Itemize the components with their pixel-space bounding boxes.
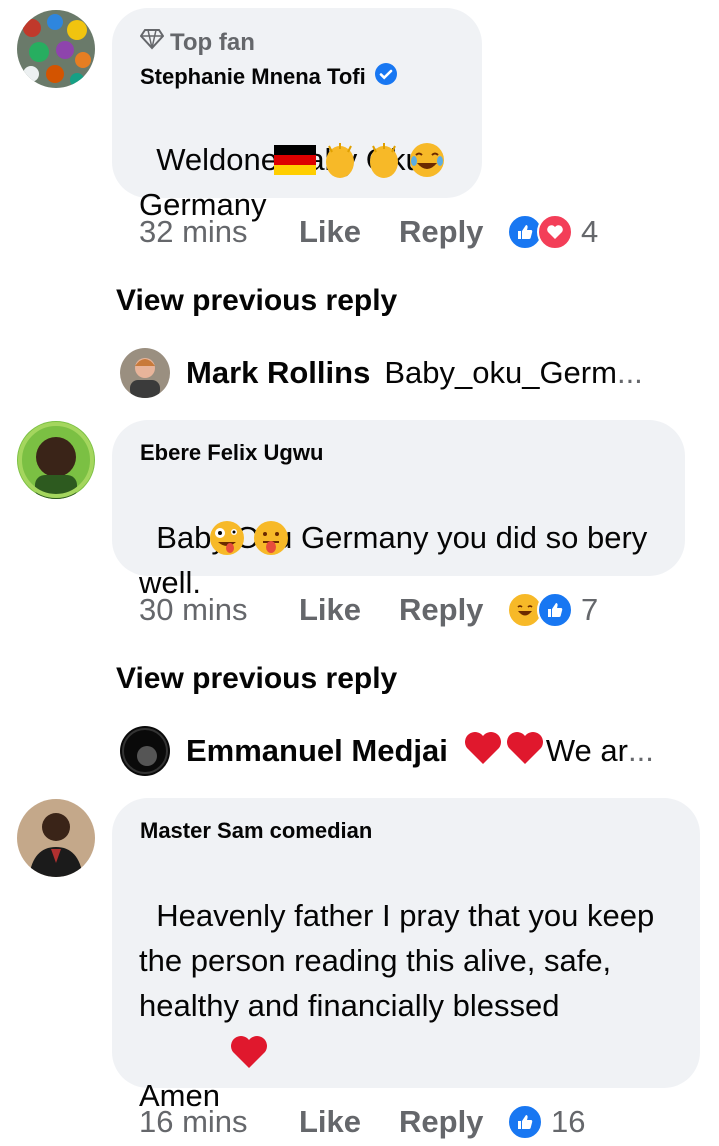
zany-face-icon <box>208 519 246 562</box>
reply-button[interactable]: Reply <box>399 592 507 628</box>
heart-icon <box>462 727 504 775</box>
reply-preview[interactable]: Mark Rollins Baby_oku_Germ ... <box>120 348 643 398</box>
reaction-count: 4 <box>581 214 599 249</box>
reaction-summary[interactable]: 4 <box>507 214 598 250</box>
comment-author[interactable]: Stephanie Mnena Tofi <box>140 62 398 92</box>
comment-time: 30 mins <box>139 592 248 627</box>
view-previous-reply-link[interactable]: View previous reply <box>116 662 397 696</box>
reply-text: Baby_oku_Germ <box>384 355 617 390</box>
germany-flag-icon <box>274 145 316 180</box>
diamond-icon <box>139 28 165 57</box>
heart-icon <box>228 1031 270 1076</box>
view-previous-reply-link[interactable]: View previous reply <box>116 284 397 318</box>
reply-ellipsis: ... <box>616 355 643 390</box>
like-icon <box>537 592 573 628</box>
reply-preview[interactable]: Emmanuel Medjai We ar ... <box>120 726 654 776</box>
like-button[interactable]: Like <box>299 1104 399 1140</box>
reply-button[interactable]: Reply <box>399 1104 507 1140</box>
clapping-hands-icon <box>364 140 404 185</box>
comment-meta: 30 mins Like Reply 7 <box>139 592 598 628</box>
comment-text: Heavenly father I pray that you keep the… <box>139 898 655 1113</box>
avatar-stephanie[interactable] <box>17 10 95 88</box>
tears-of-joy-icon <box>408 141 446 184</box>
reaction-summary[interactable]: 16 <box>507 1104 585 1140</box>
comment-emoji-row <box>274 140 446 185</box>
like-icon <box>507 1104 543 1140</box>
top-fan-badge: Top fan <box>139 28 255 57</box>
comment-meta: 32 mins Like Reply 4 <box>139 214 598 250</box>
verified-badge-icon <box>374 62 398 92</box>
tongue-face-icon <box>252 519 290 562</box>
avatar-emmanuel-medjai[interactable] <box>120 726 170 776</box>
reply-author[interactable]: Mark Rollins <box>186 355 370 391</box>
comment-time: 16 mins <box>139 1104 248 1139</box>
reaction-count: 7 <box>581 592 599 627</box>
reply-text: We ar <box>545 733 628 768</box>
reaction-summary[interactable]: 7 <box>507 592 598 628</box>
like-button[interactable]: Like <box>299 592 399 628</box>
reply-ellipsis: ... <box>627 733 654 768</box>
comment-meta: 16 mins Like Reply 16 <box>139 1104 585 1140</box>
avatar-mark-rollins[interactable] <box>120 348 170 398</box>
comment-emoji-row <box>208 519 290 562</box>
love-icon <box>537 214 573 250</box>
top-fan-label: Top fan <box>170 28 255 56</box>
comment-time: 32 mins <box>139 214 248 249</box>
reply-author[interactable]: Emmanuel Medjai <box>186 733 448 769</box>
reply-button[interactable]: Reply <box>399 214 507 250</box>
avatar-ebere[interactable] <box>17 421 95 499</box>
reaction-count: 16 <box>551 1104 586 1139</box>
like-button[interactable]: Like <box>299 214 399 250</box>
comment-author[interactable]: Master Sam comedian <box>140 818 372 844</box>
avatar-master-sam[interactable] <box>17 799 95 877</box>
comment-author[interactable]: Ebere Felix Ugwu <box>140 440 323 466</box>
heart-icon <box>504 727 546 775</box>
clapping-hands-icon <box>320 140 360 185</box>
